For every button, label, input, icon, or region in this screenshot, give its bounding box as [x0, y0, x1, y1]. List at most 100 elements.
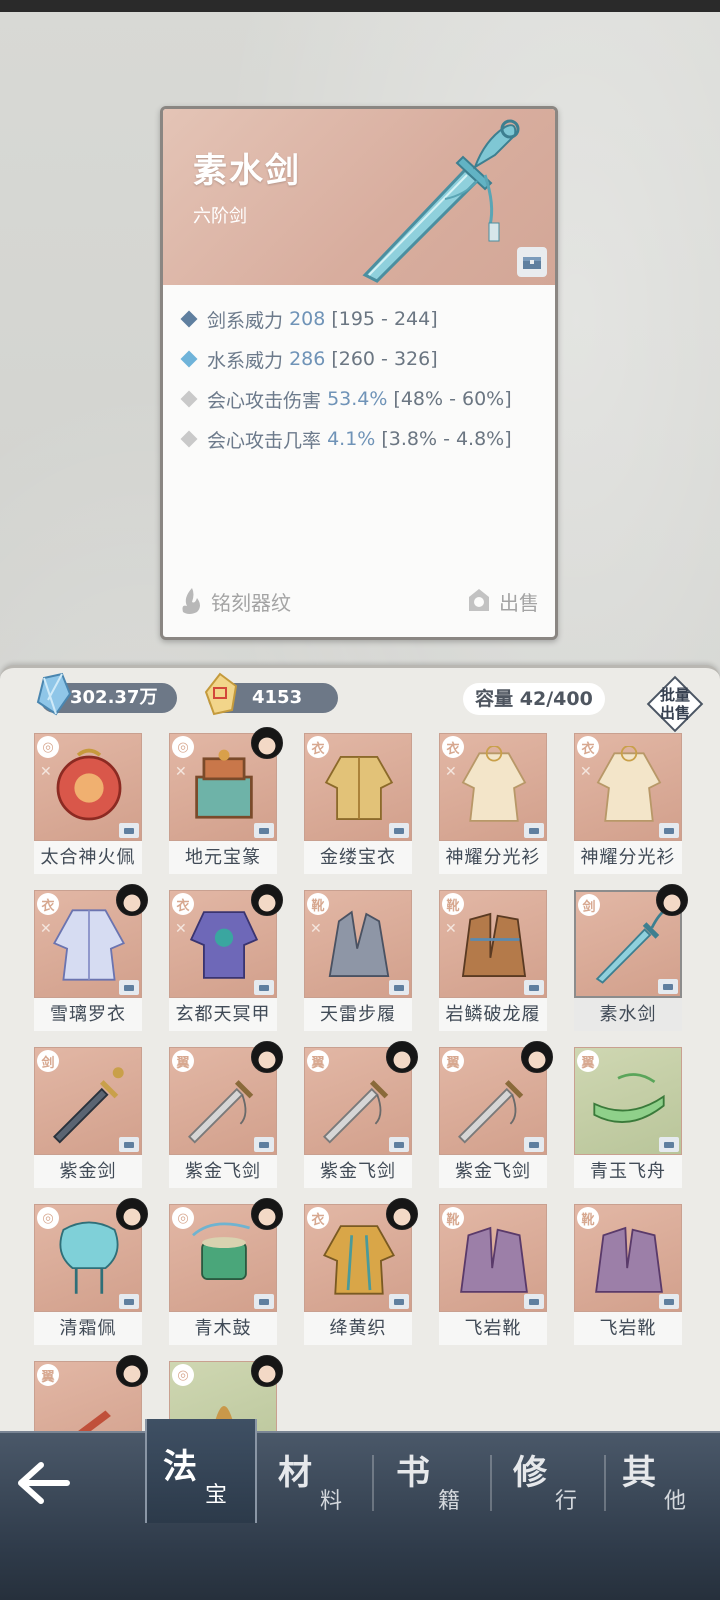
item-art [195, 749, 253, 819]
diamond-icon [180, 310, 198, 328]
item-name: 紫金飞剑 [304, 1155, 412, 1188]
inventory-item[interactable]: 翼紫金飞剑 [169, 1041, 283, 1188]
batch-sell-label-2: 出售 [659, 704, 690, 722]
inventory-item[interactable]: 靴 ✕ 岩鳞破龙履 [439, 890, 547, 1031]
chest-icon [254, 980, 274, 995]
item-thumbnail: 衣 [304, 733, 412, 841]
item-art [192, 1222, 250, 1280]
inventory-item[interactable]: ◎ ✕ 太合神火佩 [34, 733, 142, 874]
equipped-avatar [521, 1041, 553, 1073]
item-type-icon: 剑 [37, 1050, 59, 1072]
tab-treasure[interactable]: 法 宝 [145, 1419, 257, 1523]
stat-value: 208 [289, 308, 326, 330]
item-type-icon: 衣 [172, 893, 194, 915]
spirit-stone-counter: 302.37万 [36, 672, 178, 716]
stats-list: 剑系威力 208 [195 - 244] 水系威力 286 [260 - 326] … [163, 285, 555, 459]
equipped-avatar [251, 1198, 283, 1230]
stat-label: 水系威力 [207, 349, 284, 372]
spirit-stone-icon [36, 672, 72, 716]
item-thumbnail: 翼 [574, 1047, 682, 1155]
chest-icon [389, 823, 409, 838]
item-art [595, 908, 668, 984]
item-type-icon: 衣 [577, 736, 599, 758]
item-type-icon: ◎ [172, 1364, 194, 1386]
item-name: 清霜佩 [34, 1312, 142, 1345]
inventory-item[interactable]: 翼紫金飞剑 [439, 1041, 553, 1188]
engrave-label: 铭刻器纹 [211, 590, 291, 615]
item-name: 天雷步履 [304, 998, 412, 1031]
item-name: 飞岩靴 [439, 1312, 547, 1345]
item-name: 紫金飞剑 [169, 1155, 277, 1188]
equipped-avatar [656, 884, 688, 916]
engraved-mark-icon: ✕ [40, 921, 52, 937]
item-type-icon: 靴 [442, 893, 464, 915]
tab-divider [490, 1455, 492, 1511]
inventory-item[interactable]: ◎ ✕ 地元宝篆 [169, 727, 283, 874]
inventory-item[interactable]: 剑素水剑 [574, 884, 688, 1031]
engraved-mark-icon: ✕ [445, 921, 457, 937]
inventory-item[interactable]: 衣绛黄织 [304, 1198, 418, 1345]
chest-icon [524, 1294, 544, 1309]
tab-cultivation[interactable]: 修 行 [497, 1433, 609, 1523]
inventory-item[interactable]: ◎ 青木鼓 [169, 1198, 283, 1345]
stat-range: [195 - 244] [331, 308, 438, 330]
item-name: 岩鳞破龙履 [439, 998, 547, 1031]
tab-books[interactable]: 书 籍 [380, 1433, 492, 1523]
chest-icon [524, 980, 544, 995]
inventory-item[interactable]: 衣 ✕ 神耀分光衫 [439, 733, 547, 874]
inventory-item[interactable]: 翼紫金飞剑 [304, 1041, 418, 1188]
chest-icon [389, 1294, 409, 1309]
tab-materials[interactable]: 材 料 [262, 1433, 374, 1523]
inventory-item[interactable]: ◎ 清霜佩 [34, 1198, 148, 1345]
item-name: 太合神火佩 [34, 841, 142, 874]
item-name: 紫金飞剑 [439, 1155, 547, 1188]
equipped-avatar [386, 1041, 418, 1073]
storage-chest-button[interactable] [517, 247, 547, 277]
item-type-icon: ◎ [172, 736, 194, 758]
stat-value: 286 [289, 348, 326, 370]
item-type-icon: 靴 [307, 893, 329, 915]
stat-label: 会心攻击伤害 [207, 389, 322, 412]
item-type-icon: 衣 [37, 893, 59, 915]
inventory-item[interactable]: 衣 ✕ 雪璃罗衣 [34, 884, 148, 1031]
sell-label: 出售 [499, 590, 539, 615]
inventory-item[interactable]: 衣金缕宝衣 [304, 733, 412, 874]
inventory-item[interactable]: 翼青玉飞舟 [574, 1047, 682, 1188]
item-art [323, 1225, 395, 1295]
item-type-icon: 靴 [577, 1207, 599, 1229]
flame-icon [182, 588, 200, 614]
stat-label: 会心攻击几率 [207, 429, 322, 452]
back-button[interactable] [14, 1461, 74, 1521]
diamond-icon [180, 430, 198, 448]
item-art [189, 911, 259, 979]
detail-actions: 铭刻器纹 出售 [163, 581, 555, 621]
gold-counter: 4153 [204, 672, 339, 716]
stat-value: 4.1% [327, 428, 376, 450]
item-thumbnail: 剑 [34, 1047, 142, 1155]
tab-label: 书 [396, 1453, 430, 1493]
sell-button[interactable]: 出售 [465, 581, 539, 621]
engrave-button[interactable]: 铭刻器纹 [179, 581, 291, 621]
tab-divider [372, 1455, 374, 1511]
item-grade: 六阶剑 [193, 206, 247, 227]
item-art [460, 1226, 528, 1293]
inventory-item[interactable]: 靴 ✕ 天雷步履 [304, 890, 412, 1031]
tab-sublabel: 行 [555, 1489, 578, 1514]
gold-ingot-icon [204, 672, 238, 716]
stat-label: 剑系威力 [207, 309, 284, 332]
tab-label: 法 [163, 1447, 197, 1487]
tab-other[interactable]: 其 他 [606, 1433, 718, 1523]
equipped-avatar [116, 1198, 148, 1230]
item-art [53, 1067, 124, 1144]
inventory-item[interactable]: 剑紫金剑 [34, 1047, 142, 1188]
engraved-mark-icon: ✕ [175, 921, 187, 937]
inventory-item[interactable]: 衣 ✕ 神耀分光衫 [574, 733, 682, 874]
inventory-item[interactable]: 衣 ✕ 玄都天冥甲 [169, 884, 283, 1031]
item-name: 绛黄织 [304, 1312, 412, 1345]
inventory-item[interactable]: 靴飞岩靴 [574, 1204, 682, 1345]
inventory-item[interactable]: 靴飞岩靴 [439, 1204, 547, 1345]
equipped-avatar [116, 1355, 148, 1387]
item-name: 紫金剑 [34, 1155, 142, 1188]
batch-sell-button[interactable]: 批量 出售 [646, 675, 704, 733]
stat-range: [3.8% - 4.8%] [381, 428, 512, 450]
